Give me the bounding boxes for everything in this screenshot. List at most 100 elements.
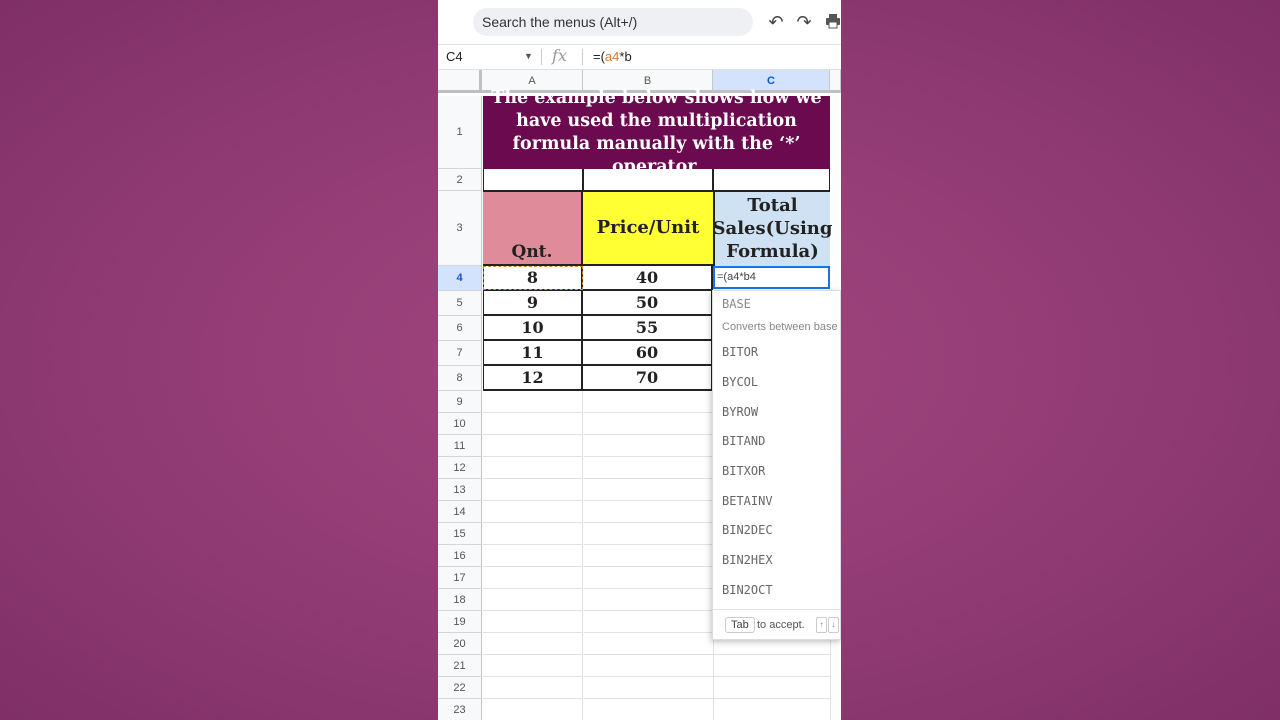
grid-cell[interactable] [584,523,714,545]
row-header-15[interactable]: 15 [438,523,482,545]
autocomplete-footer: Tab to accept. ↑ ↓ [713,609,841,642]
grid-cell[interactable] [584,501,714,523]
row-header-7[interactable]: 7 [438,341,482,366]
redo-icon[interactable]: ↷ [793,12,815,32]
formula-autocomplete: BASE BITOR BYCOL BYROW BITAND BITXOR BETAINV BI… [712,290,841,640]
grid-cell[interactable] [584,611,714,633]
grid-cell[interactable] [483,413,583,435]
grid-cell[interactable] [483,699,583,720]
row-header-18[interactable]: 18 [438,589,482,611]
row-header-2[interactable]: 2 [438,169,482,191]
row-header-8[interactable]: 8 [438,366,482,391]
row-header-14[interactable]: 14 [438,501,482,523]
qnt-cell[interactable]: 12 [483,366,583,391]
banner-cell[interactable]: The example below shows how we have used… [483,88,830,177]
grid-cell[interactable] [483,479,583,501]
price-cell[interactable]: 70 [583,366,713,391]
row-header-13[interactable]: 13 [438,479,482,501]
row-header-21[interactable]: 21 [438,655,482,677]
suggestion-bitand[interactable]: BITAND [722,434,765,448]
name-box[interactable]: C4 [446,49,516,64]
formula-prefix: =( [593,49,605,64]
price-cell[interactable]: 60 [583,341,713,366]
row-header-6[interactable]: 6 [438,316,482,341]
grid-cell[interactable] [584,699,714,720]
table-border [483,190,830,192]
search-menus-input[interactable]: Search the menus (Alt+/) [473,8,753,36]
print-icon[interactable] [822,12,841,32]
row-header-9[interactable]: 9 [438,391,482,413]
price-cell[interactable]: 55 [583,316,713,341]
grid-cell[interactable] [483,589,583,611]
suggestion-bycol[interactable]: BYCOL [722,375,758,389]
arrow-up-icon[interactable]: ↑ [816,617,827,633]
grid-cell[interactable] [483,391,583,413]
suggestion-betainv[interactable]: BETAINV [722,494,773,508]
header-qnt[interactable]: Qnt. [483,191,583,266]
row-header-12[interactable]: 12 [438,457,482,479]
price-cell[interactable]: 50 [583,291,713,316]
grid-cell[interactable] [483,611,583,633]
grid-cell[interactable] [483,435,583,457]
grid-cell[interactable] [584,655,714,677]
row-header-16[interactable]: 16 [438,545,482,567]
row-header-11[interactable]: 11 [438,435,482,457]
select-all-corner[interactable] [438,70,482,93]
grid-cell[interactable] [483,677,583,699]
grid-cell[interactable] [584,435,714,457]
grid-cell[interactable] [584,567,714,589]
table-border [712,169,714,191]
grid-cell[interactable] [584,391,714,413]
header-total[interactable]: Total Sales(Using Formula) [713,191,832,266]
suggestion-description: Converts between base [722,321,838,333]
divider [582,49,583,65]
grid-cell[interactable] [483,457,583,479]
grid-cell[interactable] [584,457,714,479]
grid-cell[interactable] [584,479,714,501]
suggestion-bitor[interactable]: BITOR [722,345,758,359]
grid-cell[interactable] [714,677,831,699]
qnt-cell[interactable]: 10 [483,316,583,341]
grid-cell[interactable] [483,501,583,523]
grid-cell[interactable] [483,523,583,545]
suggestion-bin2hex[interactable]: BIN2HEX [722,553,773,567]
grid-cell[interactable] [483,633,583,655]
formula-input[interactable]: =(a4*b [593,49,632,64]
suggestion-bitxor[interactable]: BITXOR [722,464,765,478]
row-header-10[interactable]: 10 [438,413,482,435]
grid-cell[interactable] [483,655,583,677]
arrow-down-icon[interactable]: ↓ [828,617,839,633]
row-header-17[interactable]: 17 [438,567,482,589]
row-header-23[interactable]: 23 [438,699,482,720]
suggestion-byrow[interactable]: BYROW [722,405,758,419]
row-header-19[interactable]: 19 [438,611,482,633]
suggestion-bin2oct[interactable]: BIN2OCT [722,583,773,597]
column-header-d[interactable] [830,70,841,93]
grid-cell[interactable] [584,677,714,699]
suggestion-bin2dec[interactable]: BIN2DEC [722,523,773,537]
row-header-20[interactable]: 20 [438,633,482,655]
row-header-1[interactable]: 1 [438,96,482,169]
header-price[interactable]: Price/Unit [583,191,713,266]
qnt-cell[interactable]: 11 [483,341,583,366]
grid-cell[interactable] [584,413,714,435]
grid-cell[interactable] [584,633,714,655]
grid-cell[interactable] [714,655,831,677]
price-cell[interactable]: 40 [583,266,713,291]
grid-cell[interactable] [584,545,714,567]
row-header-22[interactable]: 22 [438,677,482,699]
qnt-cell[interactable]: 9 [483,291,583,316]
row-header-5[interactable]: 5 [438,291,482,316]
undo-icon[interactable]: ↶ [765,12,787,32]
active-cell-editor[interactable]: =(a4*b4 [713,266,830,289]
grid-cell[interactable] [483,567,583,589]
formula-ref: a4 [604,49,620,64]
formula-suffix: *b [619,49,632,64]
grid-cell[interactable] [483,545,583,567]
grid-cell[interactable] [714,699,831,720]
row-header-3[interactable]: 3 [438,191,482,266]
row-header-4[interactable]: 4 [438,266,482,291]
suggestion-base[interactable]: BASE [722,297,751,311]
grid-cell[interactable] [584,589,714,611]
chevron-down-icon[interactable]: ▼ [524,51,533,61]
